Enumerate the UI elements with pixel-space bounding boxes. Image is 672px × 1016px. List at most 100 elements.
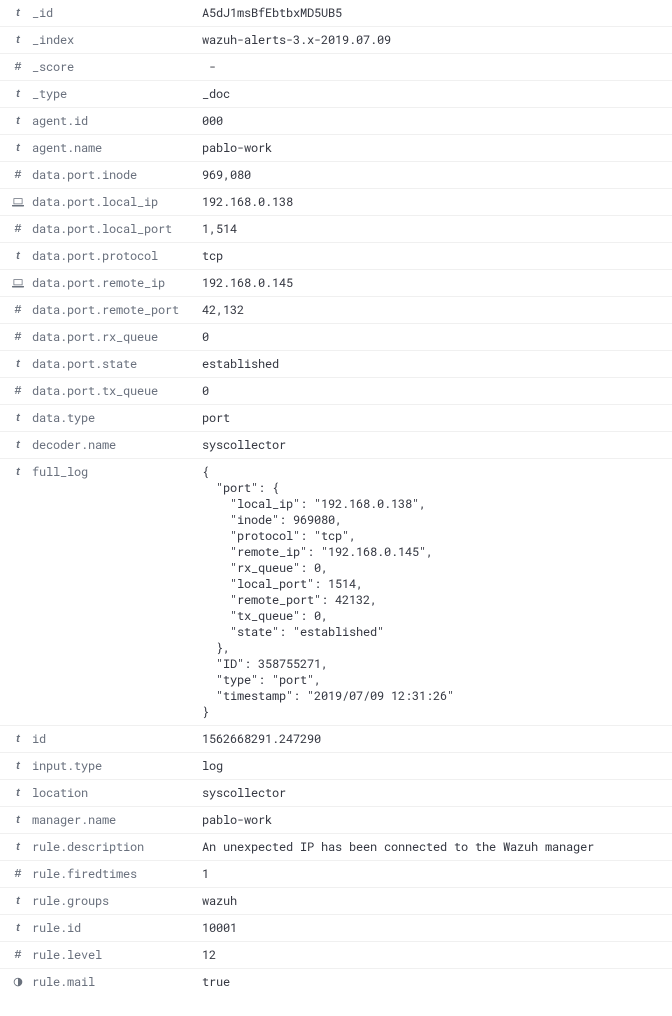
field-name: manager.name [26, 812, 202, 828]
field-row[interactable]: #data.port.rx_queue0 [0, 323, 672, 350]
field-name: data.port.rx_queue [26, 329, 202, 345]
field-row[interactable]: tid1562668291.247290 [0, 725, 672, 752]
field-row[interactable]: tagent.id000 [0, 107, 672, 134]
field-value: An unexpected IP has been connected to t… [202, 839, 662, 855]
field-name: _index [26, 32, 202, 48]
field-value: 12 [202, 947, 662, 963]
field-name: data.port.inode [26, 167, 202, 183]
field-row[interactable]: data.port.local_ip192.168.0.138 [0, 188, 672, 215]
field-value: established [202, 356, 662, 372]
field-value: { "port": { "local_ip": "192.168.0.138",… [202, 464, 662, 720]
field-value: 0 [202, 329, 662, 345]
text-type-icon: t [10, 32, 26, 48]
field-value: 000 [202, 113, 662, 129]
field-name: data.type [26, 410, 202, 426]
field-name: agent.id [26, 113, 202, 129]
field-value: 1,514 [202, 221, 662, 237]
number-type-icon: # [10, 947, 26, 963]
field-value: pablo-work [202, 140, 662, 156]
field-row[interactable]: #data.port.tx_queue0 [0, 377, 672, 404]
text-type-icon: t [10, 920, 26, 936]
field-value: log [202, 758, 662, 774]
text-type-icon: t [10, 731, 26, 747]
field-name: id [26, 731, 202, 747]
field-row[interactable]: tdata.port.stateestablished [0, 350, 672, 377]
text-type-icon: t [10, 437, 26, 453]
field-name: data.port.local_port [26, 221, 202, 237]
field-value: tcp [202, 248, 662, 264]
field-row[interactable]: #data.port.remote_port42,132 [0, 296, 672, 323]
text-type-icon: t [10, 464, 26, 480]
text-type-icon: t [10, 86, 26, 102]
number-type-icon: # [10, 866, 26, 882]
field-value: 0 [202, 383, 662, 399]
field-row[interactable]: #data.port.local_port1,514 [0, 215, 672, 242]
field-row[interactable]: tagent.namepablo-work [0, 134, 672, 161]
field-value: 969,080 [202, 167, 662, 183]
field-name: _type [26, 86, 202, 102]
field-value: 42,132 [202, 302, 662, 318]
field-value: true [202, 974, 662, 990]
field-row[interactable]: #rule.firedtimes1 [0, 860, 672, 887]
field-name: rule.id [26, 920, 202, 936]
field-row[interactable]: tinput.typelog [0, 752, 672, 779]
field-name: data.port.local_ip [26, 194, 202, 210]
text-type-icon: t [10, 113, 26, 129]
text-type-icon: t [10, 785, 26, 801]
text-type-icon: t [10, 410, 26, 426]
field-value: wazuh [202, 893, 662, 909]
field-row[interactable]: t_type_doc [0, 80, 672, 107]
field-row[interactable]: #data.port.inode969,080 [0, 161, 672, 188]
field-row[interactable]: #rule.level12 [0, 941, 672, 968]
number-type-icon: # [10, 302, 26, 318]
field-value: port [202, 410, 662, 426]
field-row[interactable]: trule.descriptionAn unexpected IP has be… [0, 833, 672, 860]
field-name: location [26, 785, 202, 801]
field-name: rule.level [26, 947, 202, 963]
field-name: data.port.protocol [26, 248, 202, 264]
field-row[interactable]: tdata.port.protocoltcp [0, 242, 672, 269]
field-name: input.type [26, 758, 202, 774]
field-row[interactable]: trule.id10001 [0, 914, 672, 941]
field-value: syscollector [202, 437, 662, 453]
number-type-icon: # [10, 329, 26, 345]
ip-type-icon [10, 194, 26, 210]
field-value: - [202, 59, 662, 75]
field-name: rule.firedtimes [26, 866, 202, 882]
field-name: data.port.remote_ip [26, 275, 202, 291]
text-type-icon: t [10, 5, 26, 21]
text-type-icon: t [10, 893, 26, 909]
field-row[interactable]: t_idA5dJ1msBfEbtbxMD5UB5 [0, 0, 672, 26]
field-row[interactable]: #_score - [0, 53, 672, 80]
field-name: agent.name [26, 140, 202, 156]
field-row[interactable]: data.port.remote_ip192.168.0.145 [0, 269, 672, 296]
field-row[interactable]: tmanager.namepablo-work [0, 806, 672, 833]
field-value: syscollector [202, 785, 662, 801]
boolean-type-icon [10, 974, 26, 990]
document-fields-table: t_idA5dJ1msBfEbtbxMD5UB5t_indexwazuh-ale… [0, 0, 672, 995]
number-type-icon: # [10, 221, 26, 237]
text-type-icon: t [10, 839, 26, 855]
text-type-icon: t [10, 812, 26, 828]
field-name: rule.description [26, 839, 202, 855]
field-row[interactable]: tlocationsyscollector [0, 779, 672, 806]
number-type-icon: # [10, 59, 26, 75]
field-row[interactable]: tdecoder.namesyscollector [0, 431, 672, 458]
field-value: 1562668291.247290 [202, 731, 662, 747]
field-name: data.port.state [26, 356, 202, 372]
field-row[interactable]: tfull_log{ "port": { "local_ip": "192.16… [0, 458, 672, 725]
field-row[interactable]: trule.groupswazuh [0, 887, 672, 914]
text-type-icon: t [10, 758, 26, 774]
text-type-icon: t [10, 248, 26, 264]
field-value: _doc [202, 86, 662, 102]
field-name: data.port.tx_queue [26, 383, 202, 399]
field-name: rule.mail [26, 974, 202, 990]
field-row[interactable]: tdata.typeport [0, 404, 672, 431]
field-row[interactable]: t_indexwazuh-alerts-3.x-2019.07.09 [0, 26, 672, 53]
text-type-icon: t [10, 140, 26, 156]
field-value: A5dJ1msBfEbtbxMD5UB5 [202, 5, 662, 21]
field-row[interactable]: rule.mailtrue [0, 968, 672, 995]
ip-type-icon [10, 275, 26, 291]
field-name: _score [26, 59, 202, 75]
number-type-icon: # [10, 167, 26, 183]
